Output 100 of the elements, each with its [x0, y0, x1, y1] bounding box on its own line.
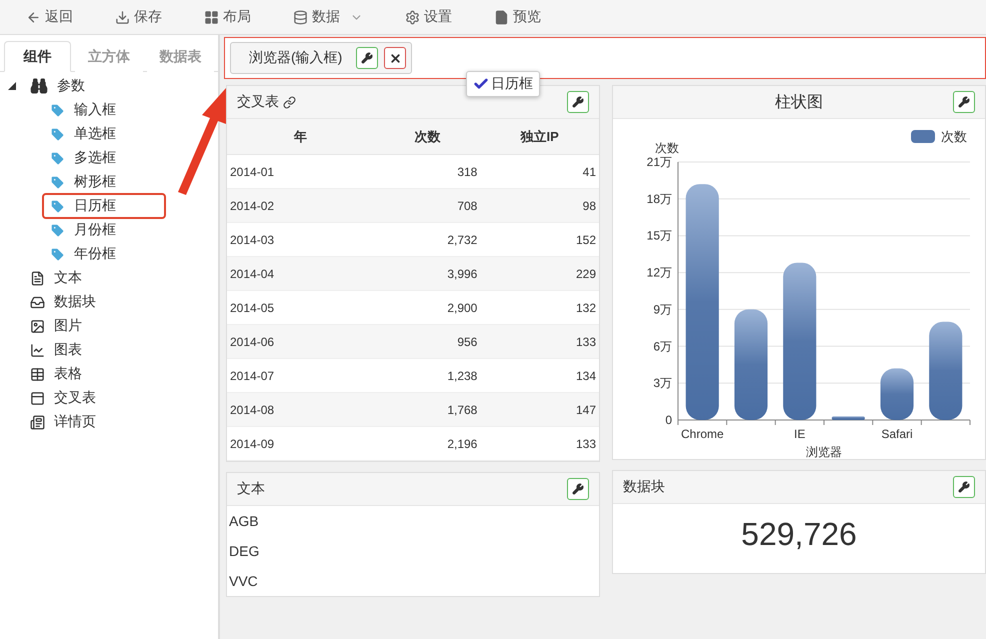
- tag-icon: [50, 126, 65, 142]
- toolbar-button[interactable]: 预览: [486, 8, 549, 26]
- column-header: 年: [227, 119, 374, 154]
- line-chart-icon: [30, 342, 45, 358]
- toolbar-button[interactable]: 数据: [285, 8, 371, 26]
- link-icon: [283, 96, 296, 108]
- toolbar-button[interactable]: 返回: [18, 8, 81, 26]
- tree-item[interactable]: 交叉表: [22, 385, 104, 411]
- tree-item[interactable]: 图片: [22, 313, 90, 339]
- tag-icon: [50, 102, 65, 118]
- y-tick-label: 12万: [646, 266, 672, 280]
- parameter-label: 浏览器(输入框): [249, 49, 342, 67]
- tree-item[interactable]: 详情页: [22, 409, 104, 435]
- data-value: 529,726: [741, 516, 857, 553]
- table-cell: 2014-08: [227, 392, 374, 426]
- table-cell: 2014-04: [227, 256, 374, 290]
- tree-item[interactable]: 树形框: [42, 169, 124, 195]
- edit-button[interactable]: [953, 476, 975, 498]
- edit-button[interactable]: [567, 478, 589, 500]
- table-cell: 318: [374, 154, 480, 188]
- wrench-icon: [572, 96, 584, 108]
- wrench-icon: [572, 483, 584, 495]
- bar: [880, 368, 914, 420]
- table-cell: 708: [374, 188, 480, 222]
- table-cell: 98: [480, 188, 599, 222]
- table-cell: 2,196: [374, 426, 480, 460]
- tag-icon: [50, 222, 65, 238]
- table-cell: 1,768: [374, 392, 480, 426]
- grid-icon: [204, 10, 219, 24]
- database-icon: [293, 10, 308, 24]
- tooltip-label: 日历框: [491, 75, 533, 93]
- edit-button[interactable]: [567, 91, 589, 113]
- column-header: 次数: [374, 119, 480, 154]
- text-line: VVC: [228, 572, 259, 591]
- table-cell: 133: [480, 426, 599, 460]
- tag-icon: [50, 246, 65, 262]
- table-cell: 2014-07: [227, 358, 374, 392]
- table-cell: 2014-02: [227, 188, 374, 222]
- column-header: 独立IP: [480, 119, 599, 154]
- y-tick-label: 15万: [646, 228, 672, 243]
- sidebar-tab[interactable]: 组件: [4, 41, 72, 72]
- document-icon: [30, 270, 45, 286]
- settings-icon: [405, 10, 420, 24]
- table-cell: 956: [374, 324, 480, 358]
- tree-item[interactable]: 月份框: [42, 217, 124, 243]
- tree-item[interactable]: 表格: [22, 361, 90, 387]
- x-tick-label: Safari: [881, 427, 913, 441]
- tree-item[interactable]: 单选框: [42, 121, 124, 147]
- tree-item[interactable]: 参数: [22, 73, 93, 99]
- toolbar-button[interactable]: 设置: [397, 8, 460, 26]
- edit-button[interactable]: [953, 91, 975, 113]
- tree-item[interactable]: 年份框: [42, 241, 124, 267]
- panel-title: 交叉表: [237, 93, 296, 111]
- download-icon: [115, 10, 130, 24]
- panel-title: 柱状图: [775, 92, 823, 112]
- tree-item[interactable]: 输入框: [42, 97, 124, 123]
- y-tick-label: 3万: [653, 376, 672, 390]
- table-cell: 3,996: [374, 256, 480, 290]
- toolbar-button[interactable]: 布局: [196, 8, 259, 26]
- tree-item[interactable]: 多选框: [42, 145, 124, 171]
- toolbar-button[interactable]: 保存: [107, 8, 170, 26]
- y-tick-label: 9万: [653, 302, 672, 316]
- y-tick-label: 6万: [653, 339, 672, 354]
- tree-item[interactable]: 数据块: [22, 289, 104, 315]
- table-cell: 2014-06: [227, 324, 374, 358]
- tree-item[interactable]: 文本: [22, 265, 90, 291]
- y-tick-label: 18万: [646, 192, 672, 206]
- table-cell: 133: [480, 324, 599, 358]
- newspaper-icon: [30, 414, 45, 430]
- table-cell: 2014-09: [227, 426, 374, 460]
- close-icon: [388, 52, 402, 64]
- x-axis-title: 浏览器: [806, 445, 842, 459]
- table-cell: 147: [480, 392, 599, 426]
- panel-title: 数据块: [623, 478, 665, 496]
- tag-icon: [50, 174, 65, 190]
- y-tick-label: 21万: [646, 155, 672, 169]
- tag-icon: [50, 198, 65, 214]
- expand-caret-icon[interactable]: [8, 82, 16, 90]
- table-cell: 1,238: [374, 358, 480, 392]
- legend-label: 次数: [941, 129, 967, 144]
- wrench-icon: [361, 52, 374, 64]
- y-tick-label: 0: [665, 413, 672, 427]
- edit-button[interactable]: [356, 47, 378, 69]
- wrench-icon: [958, 96, 970, 108]
- document-icon: [494, 10, 509, 24]
- remove-button[interactable]: [384, 47, 406, 69]
- inbox-icon: [30, 294, 45, 310]
- table-icon: [30, 366, 45, 382]
- x-tick-label: Chrome: [681, 427, 724, 441]
- table-cell: 229: [480, 256, 599, 290]
- tree-item[interactable]: 图表: [22, 337, 90, 363]
- table-cell: 2,732: [374, 222, 480, 256]
- tree-item[interactable]: 日历框: [42, 193, 166, 219]
- table-cell: 152: [480, 222, 599, 256]
- x-tick-label: IE: [794, 427, 806, 441]
- y-axis-title: 次数: [655, 141, 679, 155]
- table-cell: 2014-03: [227, 222, 374, 256]
- table-cell: 2014-01: [227, 154, 374, 188]
- table-icon: [30, 390, 45, 406]
- binoculars-icon: [30, 77, 48, 95]
